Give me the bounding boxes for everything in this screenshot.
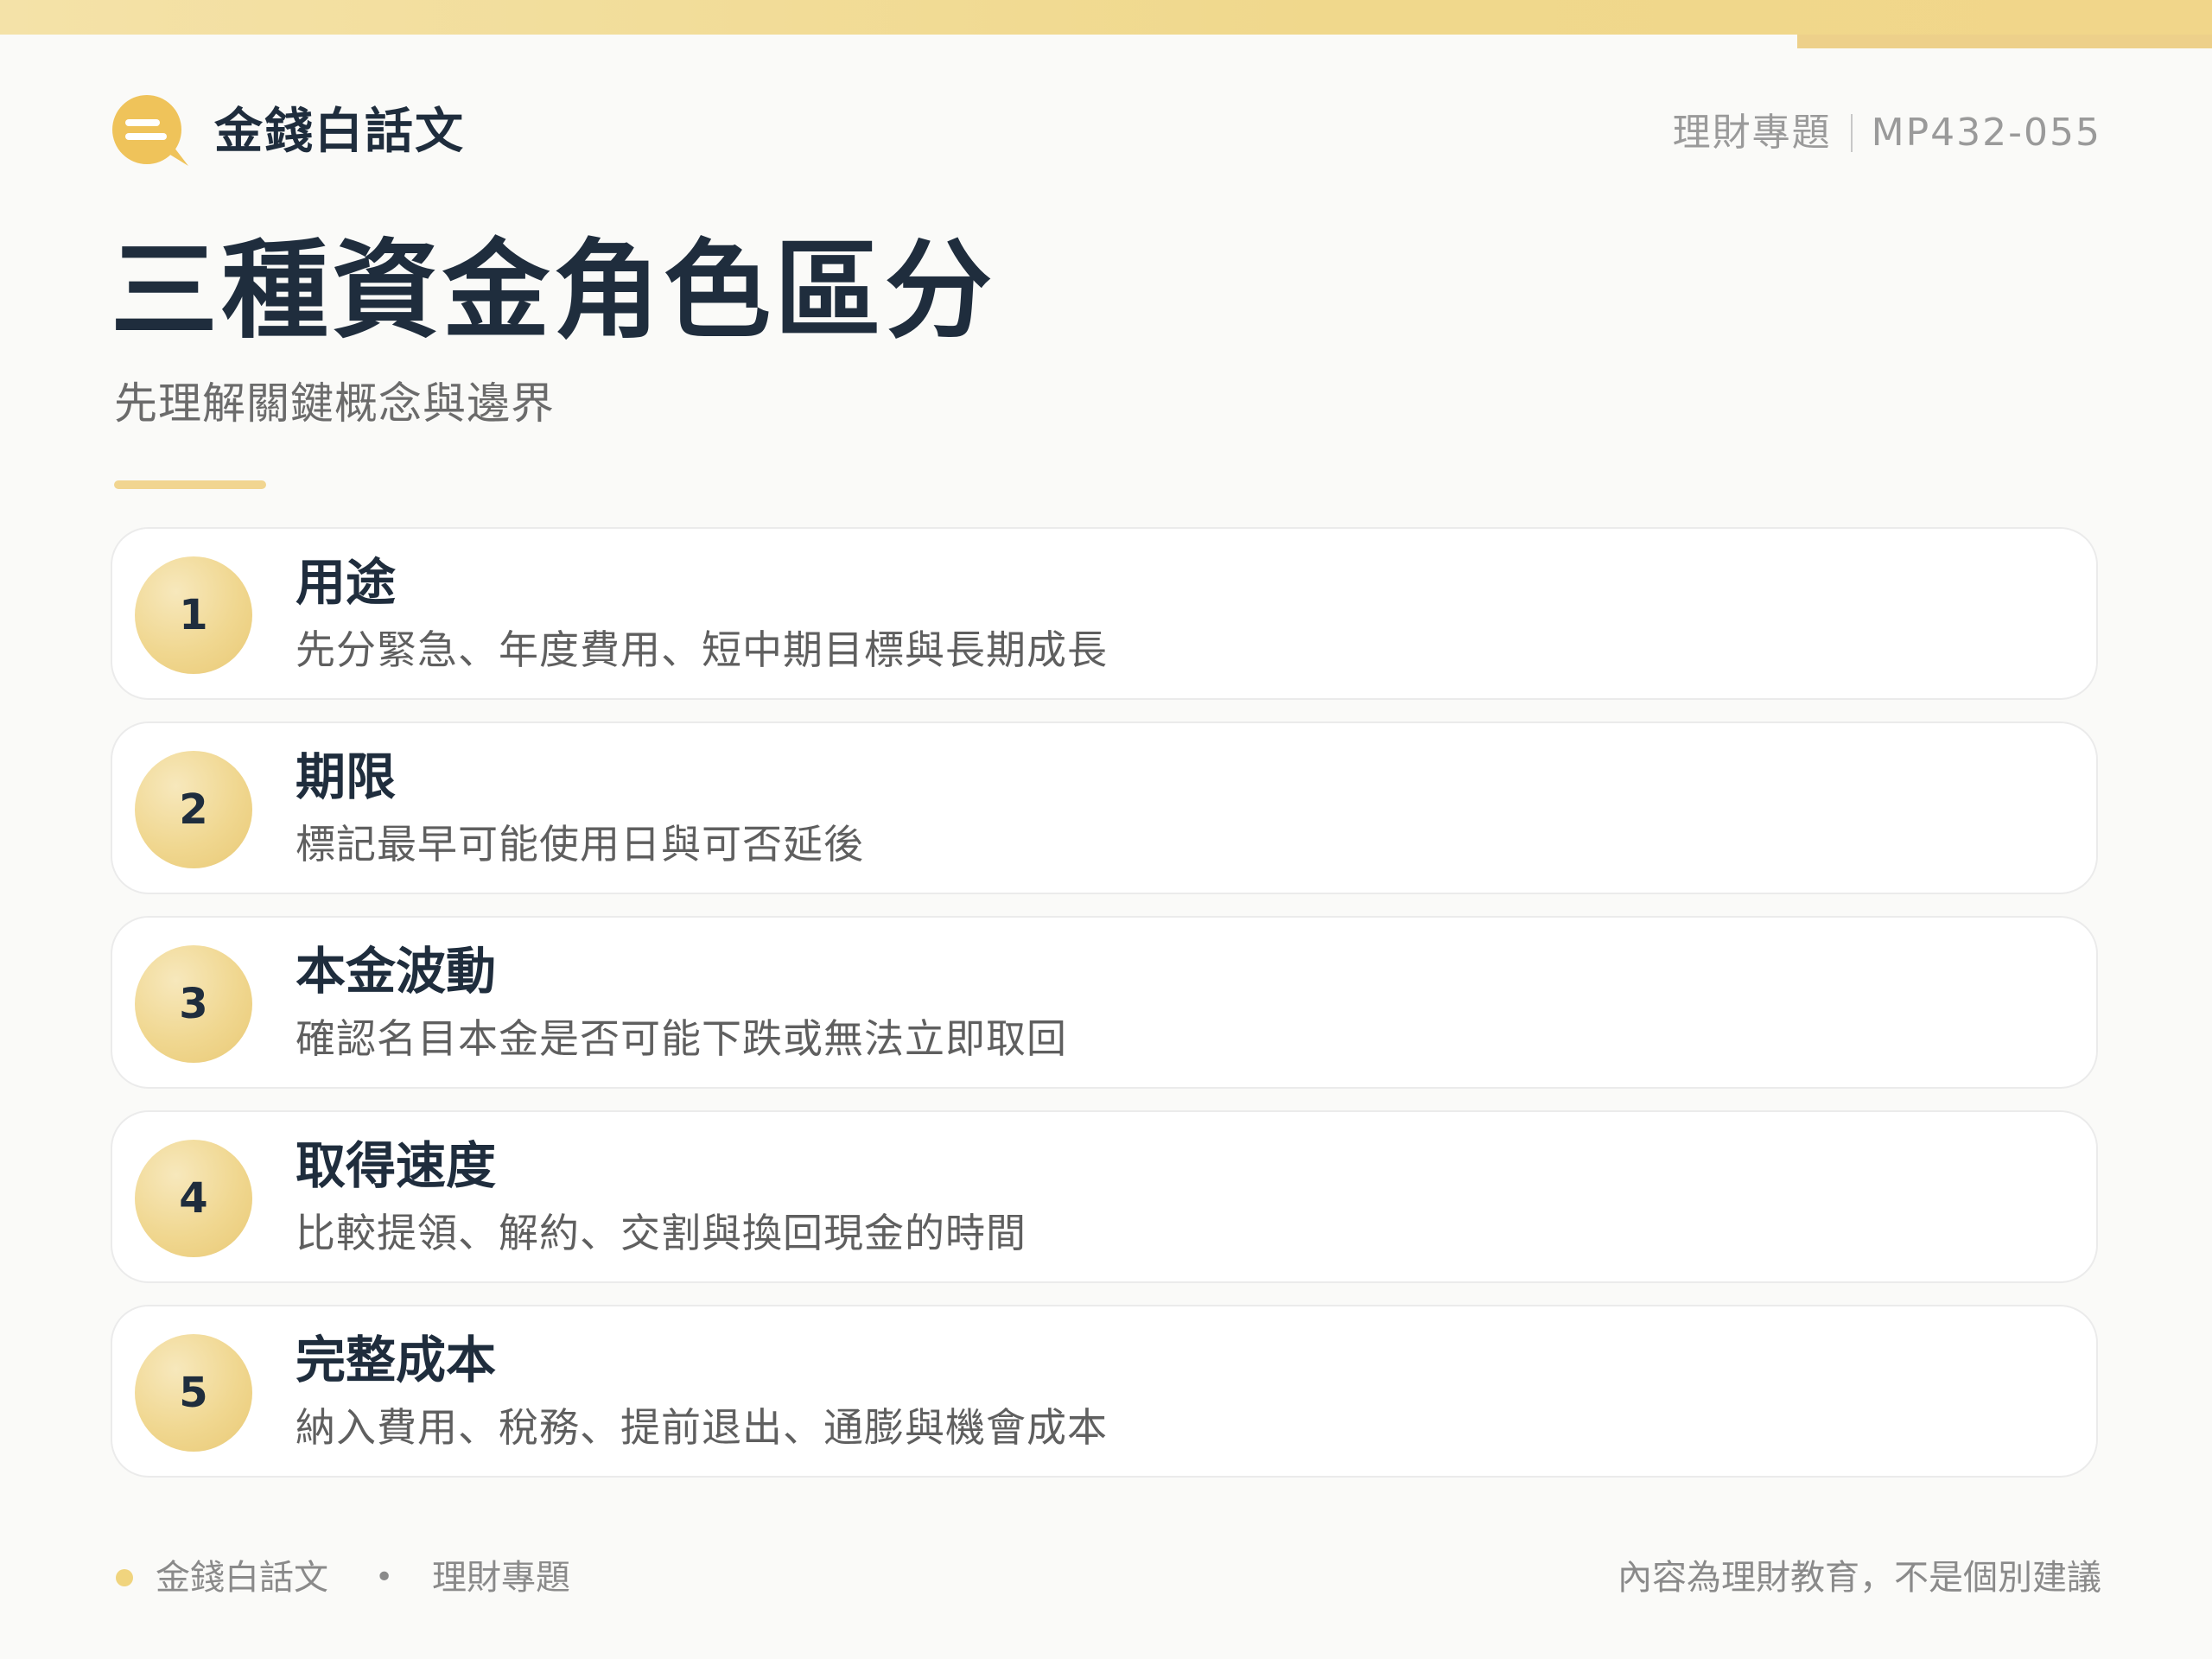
item-title: 期限: [296, 747, 397, 806]
item-description: 標記最早可能使用日與可否延後: [296, 821, 864, 868]
item-description: 先分緊急、年度費用、短中期目標與長期成長: [296, 626, 1108, 673]
item-description: 納入費用、稅務、提前退出、通膨與機會成本: [296, 1404, 1108, 1451]
number-badge: 4: [135, 1140, 252, 1257]
number-badge: 2: [135, 751, 252, 868]
list-item: 5 完整成本 納入費用、稅務、提前退出、通膨與機會成本: [111, 1305, 2098, 1478]
chat-bubble-icon: [112, 95, 188, 166]
footer-dot-icon: [116, 1569, 133, 1586]
list-item: 4 取得速度 比較提領、解約、交割與換回現金的時間: [111, 1110, 2098, 1283]
list-item: 2 期限 標記最早可能使用日與可否延後: [111, 721, 2098, 894]
footer-topic: 理財專題: [432, 1558, 570, 1598]
header-divider: [1850, 114, 1853, 152]
item-description: 比較提領、解約、交割與換回現金的時間: [296, 1210, 1027, 1256]
item-title: 本金波動: [296, 942, 497, 1001]
header-meta: 理財專題 MP432-055: [1673, 107, 2101, 159]
item-title: 取得速度: [296, 1136, 497, 1195]
header: 金錢白話文 理財專題 MP432-055: [111, 90, 2101, 173]
footer-brand: 金錢白話文: [156, 1558, 328, 1598]
header-code: MP432-055: [1871, 111, 2101, 155]
top-accent-tab: [1797, 35, 2212, 48]
item-title: 用途: [296, 553, 397, 612]
page-subtitle: 先理解關鍵概念與邊界: [114, 378, 555, 429]
title-underline: [114, 480, 266, 489]
page-title: 三種資金角色區分: [111, 229, 996, 353]
footer-separator: •: [375, 1560, 394, 1595]
number-badge: 5: [135, 1334, 252, 1452]
item-description: 確認名目本金是否可能下跌或無法立即取回: [296, 1015, 1067, 1062]
header-topic: 理財專題: [1672, 111, 1832, 155]
footer-disclaimer: 內容為理財教育，不是個別建議: [1618, 1558, 2101, 1598]
concept-list: 1 用途 先分緊急、年度費用、短中期目標與長期成長 2 期限 標記最早可能使用日…: [111, 527, 2101, 1499]
item-title: 完整成本: [296, 1331, 497, 1389]
list-item: 3 本金波動 確認名目本金是否可能下跌或無法立即取回: [111, 916, 2098, 1089]
list-item: 1 用途 先分緊急、年度費用、短中期目標與長期成長: [111, 527, 2098, 700]
top-accent-bar: [0, 0, 2212, 35]
number-badge: 3: [135, 945, 252, 1063]
footer: 金錢白話文 • 理財專題 內容為理財教育，不是個別建議: [111, 1547, 2101, 1607]
brand-name: 金錢白話文: [214, 104, 465, 160]
number-badge: 1: [135, 556, 252, 674]
